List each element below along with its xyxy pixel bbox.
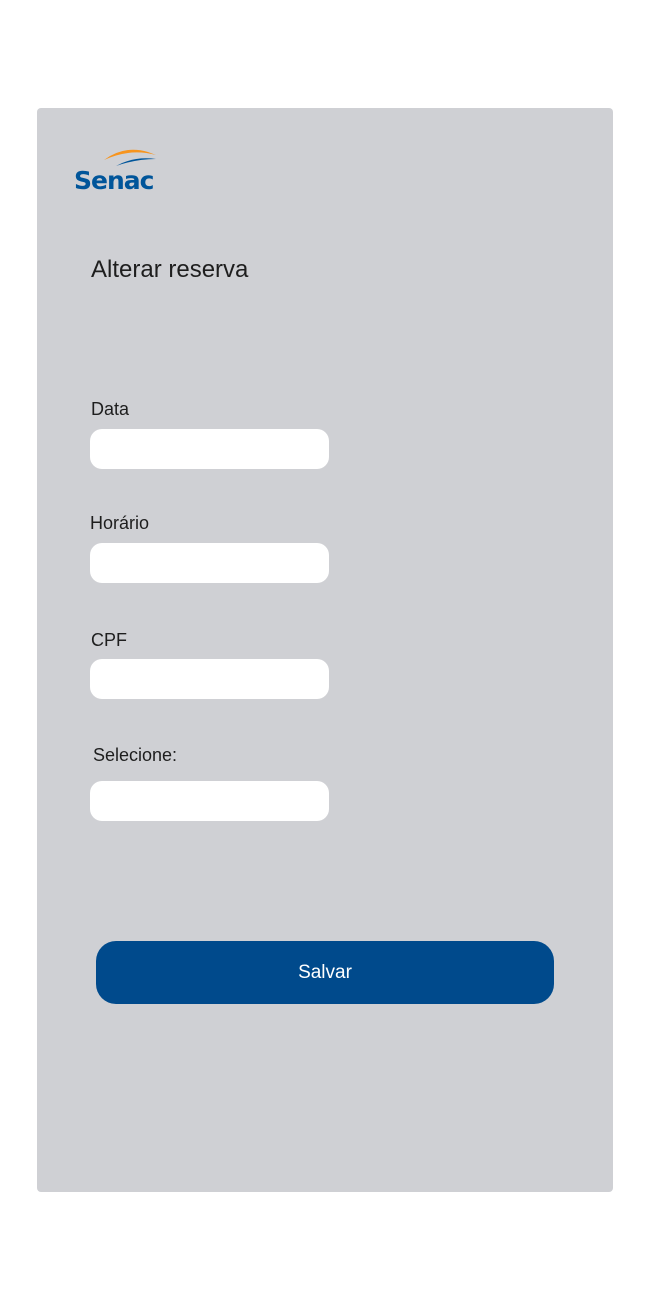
time-label: Horário [90,513,150,533]
page-title: Alterar reserva [91,256,249,283]
date-label: Data [91,399,130,419]
date-input[interactable] [90,429,329,469]
save-button[interactable]: Salvar [96,941,554,1004]
cpf-input[interactable] [90,659,329,699]
select-input[interactable] [90,781,329,821]
cpf-label: CPF [91,630,127,650]
logo-swoosh-icon [104,149,156,166]
senac-logo: Senac [74,144,174,200]
select-label: Selecione: [93,745,178,765]
logo-wordmark: Senac [74,166,154,195]
time-input[interactable] [90,543,329,583]
